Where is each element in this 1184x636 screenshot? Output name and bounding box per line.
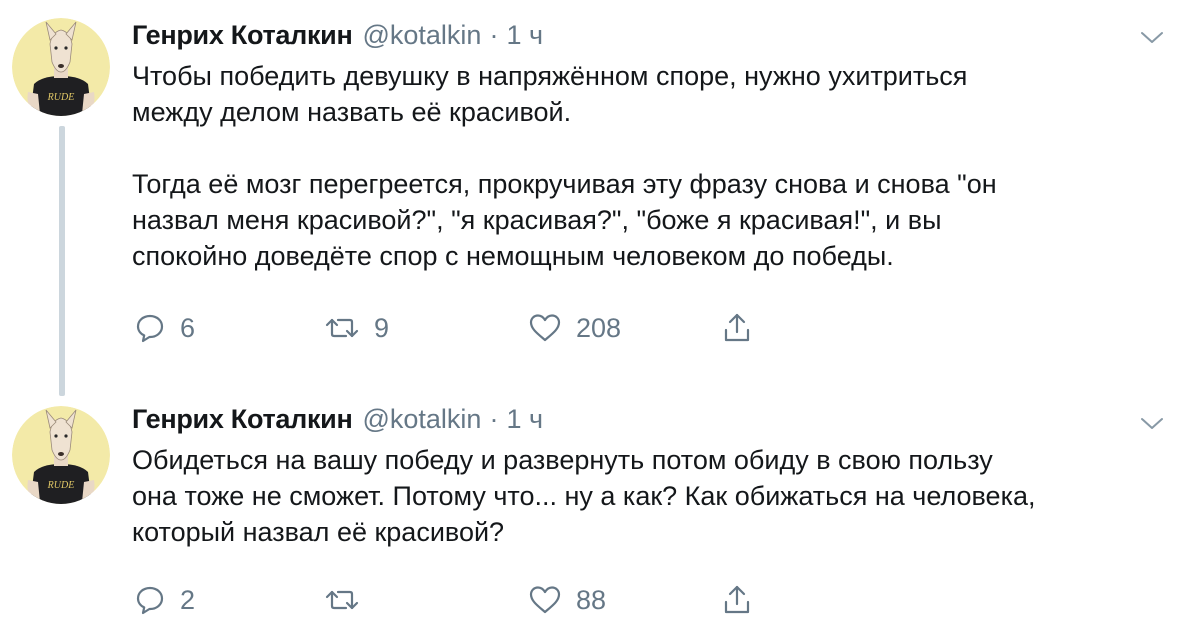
retweet-button[interactable] xyxy=(324,582,374,618)
share-button[interactable] xyxy=(722,310,752,346)
dog-avatar-illustration: RUDE xyxy=(12,18,110,116)
share-icon xyxy=(722,584,752,616)
tweet-text: Обидеться на вашу победу и развернуть по… xyxy=(132,445,1036,547)
tweet-timestamp[interactable]: 1 ч xyxy=(506,20,543,51)
like-count: 88 xyxy=(576,584,607,615)
like-button[interactable]: 88 xyxy=(528,582,606,618)
chevron-down-icon[interactable] xyxy=(1138,28,1166,48)
reply-count: 6 xyxy=(180,312,196,343)
tweet[interactable]: RUDE Генрих Коталкин @kotalkin · 1 ч Оби… xyxy=(0,392,1184,636)
like-count: 208 xyxy=(576,312,622,343)
author-name[interactable]: Генрих Коталкин xyxy=(132,404,353,435)
heart-icon xyxy=(528,312,562,344)
author-name[interactable]: Генрих Коталкин xyxy=(132,20,353,51)
header-separator: · xyxy=(489,404,499,434)
reply-button[interactable]: 6 xyxy=(134,310,195,346)
heart-icon xyxy=(528,584,562,616)
reply-icon xyxy=(134,584,166,616)
avatar-shirt-text: RUDE xyxy=(47,480,75,491)
share-button[interactable] xyxy=(722,582,752,618)
reply-icon xyxy=(134,312,166,344)
tweet-text: Чтобы победить девушку в напряжённом спо… xyxy=(132,61,997,271)
avatar[interactable]: RUDE xyxy=(12,18,110,116)
retweet-count: 9 xyxy=(374,312,390,343)
thread-connector-line xyxy=(59,126,65,396)
chevron-down-icon[interactable] xyxy=(1138,414,1166,434)
retweet-icon xyxy=(324,312,360,344)
like-button[interactable]: 208 xyxy=(528,310,621,346)
retweet-button[interactable]: 9 xyxy=(324,310,389,346)
tweet-header: Генрих Коталкин @kotalkin · 1 ч xyxy=(132,404,543,440)
reply-count: 2 xyxy=(180,584,196,615)
tweet-actions: 6 9 208 xyxy=(134,310,774,346)
tweet-actions: 2 88 xyxy=(134,582,774,618)
avatar-shirt-text: RUDE xyxy=(47,92,75,103)
tweet-header: Генрих Коталкин @kotalkin · 1 ч xyxy=(132,20,543,56)
author-handle[interactable]: @kotalkin xyxy=(362,20,481,51)
share-icon xyxy=(722,312,752,344)
dog-avatar-illustration: RUDE xyxy=(12,406,110,504)
reply-button[interactable]: 2 xyxy=(134,582,195,618)
tweet-timestamp[interactable]: 1 ч xyxy=(506,404,543,435)
tweet-thread: RUDE Генрих Коталкин @kotalkin · 1 ч Что… xyxy=(0,0,1184,636)
author-handle[interactable]: @kotalkin xyxy=(362,404,481,435)
tweet[interactable]: RUDE Генрих Коталкин @kotalkin · 1 ч Что… xyxy=(0,0,1184,396)
header-separator: · xyxy=(489,20,499,50)
retweet-icon xyxy=(324,584,360,616)
avatar[interactable]: RUDE xyxy=(12,406,110,504)
